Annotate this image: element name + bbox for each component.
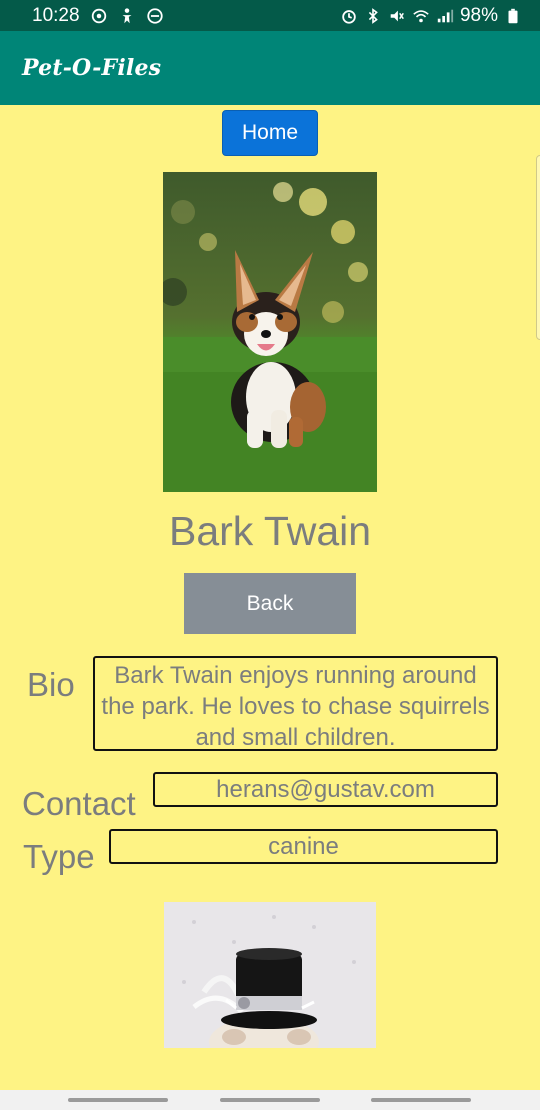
battery-icon [504, 7, 522, 25]
back-nav-button[interactable] [371, 1098, 471, 1102]
accessibility-icon [118, 7, 136, 25]
app-bar: Pet-O-Files [0, 31, 540, 105]
type-field[interactable]: canine [109, 829, 498, 864]
battery-percent: 98% [459, 4, 498, 26]
wifi-icon [412, 7, 430, 25]
bio-field[interactable]: Bark Twain enjoys running around the par… [93, 656, 498, 751]
status-bar: 10:28 98% [0, 0, 540, 31]
mute-icon [388, 7, 406, 25]
alarm-icon [340, 7, 358, 25]
type-label: Type [23, 838, 95, 875]
bio-label: Bio [27, 666, 75, 703]
sync-icon [90, 7, 108, 25]
bluetooth-icon [364, 7, 382, 25]
next-pet-photo [164, 902, 376, 1048]
home-button[interactable]: Home [222, 110, 318, 156]
status-time: 10:28 [32, 4, 80, 26]
scroll-indicator[interactable] [536, 155, 540, 340]
pet-photo [163, 172, 377, 492]
app-title: Pet-O-Files [22, 55, 162, 81]
recent-apps-button[interactable] [68, 1098, 168, 1102]
home-nav-button[interactable] [220, 1098, 320, 1102]
do-not-disturb-icon [146, 7, 164, 25]
back-button[interactable]: Back [184, 573, 356, 634]
navigation-bar [0, 1090, 540, 1110]
contact-field[interactable]: herans@gustav.com [153, 772, 498, 807]
signal-icon [436, 7, 454, 25]
pet-name: Bark Twain [168, 508, 372, 554]
contact-label: Contact [22, 785, 136, 822]
